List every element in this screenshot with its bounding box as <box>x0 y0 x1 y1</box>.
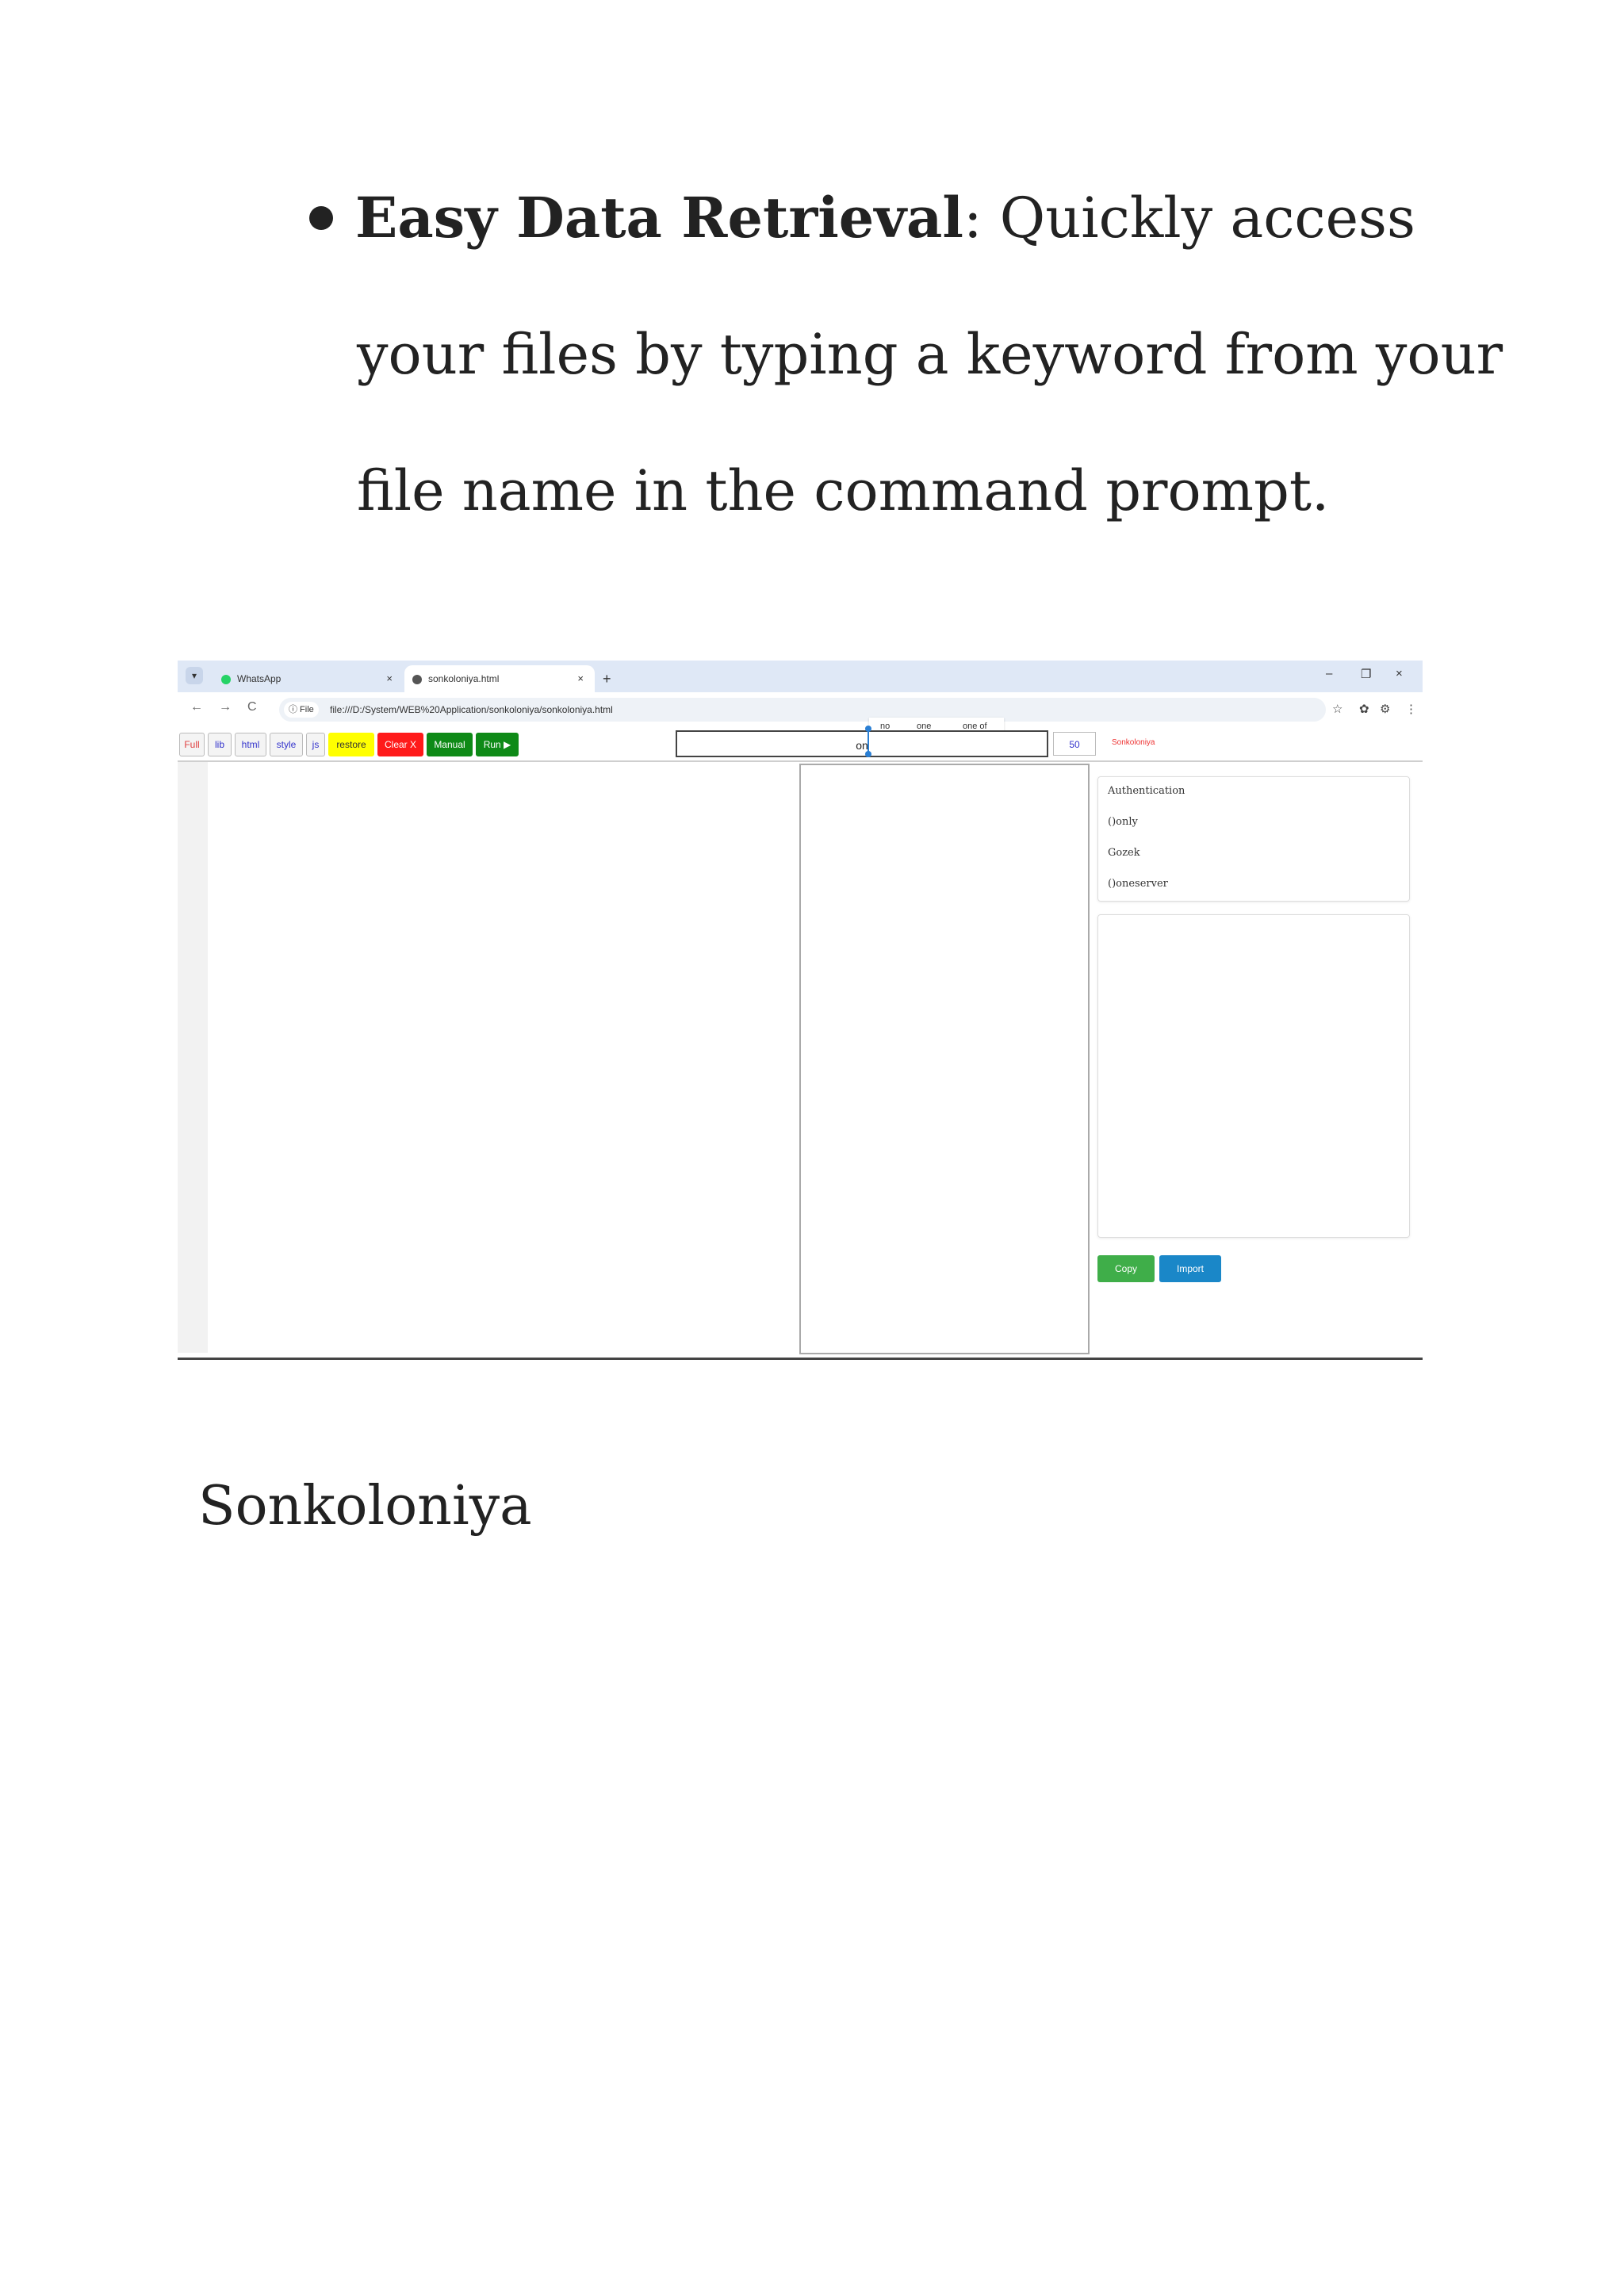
js-button[interactable]: js <box>306 733 325 756</box>
tab-close-icon[interactable]: × <box>386 665 393 692</box>
copy-button[interactable]: Copy <box>1097 1255 1155 1282</box>
editor-line-gutter <box>178 762 209 1353</box>
clear-button[interactable]: Clear X <box>377 733 423 756</box>
selection-handle-top <box>865 726 871 732</box>
site-info-chip[interactable]: ⓘ File <box>284 702 319 718</box>
screenshot-bottom-border <box>178 1358 1423 1360</box>
browser-address-bar: ← → C ⓘ File file:///D:/System/WEB%20App… <box>178 692 1423 727</box>
settings-icon[interactable]: ⚙ <box>1380 702 1390 716</box>
restore-window-button[interactable]: ❐ <box>1361 667 1371 681</box>
globe-icon <box>412 674 422 684</box>
bullet-dot-icon <box>309 206 333 230</box>
text-cursor <box>868 729 869 753</box>
bullet-line-2: your files by typing a keyword from your <box>357 322 1503 387</box>
manual-button[interactable]: Manual <box>427 733 473 756</box>
html-button[interactable]: html <box>235 733 266 756</box>
image-caption: Sonkoloniya <box>198 1475 532 1538</box>
preview-pane[interactable] <box>799 764 1090 1354</box>
bullet-line-3: file name in the command prompt. <box>357 458 1330 523</box>
minimize-button[interactable]: – <box>1326 667 1332 680</box>
whatsapp-icon <box>221 674 231 684</box>
output-textarea[interactable] <box>1097 914 1410 1238</box>
bullet-heading: Easy Data Retrieval <box>355 185 963 251</box>
file-result-item[interactable]: Gozek <box>1108 847 1140 859</box>
url-text: file:///D:/System/WEB%20Application/sonk… <box>330 704 613 715</box>
full-button[interactable]: Full <box>179 733 205 756</box>
run-button[interactable]: Run ▶ <box>476 733 519 756</box>
browser-tab-bar: ▾ WhatsApp × sonkoloniya.html × + – ❐ × <box>178 661 1423 692</box>
url-omnibox[interactable]: ⓘ File file:///D:/System/WEB%20Applicati… <box>279 698 1326 722</box>
result-limit-input[interactable]: 50 <box>1053 732 1096 756</box>
tab-whatsapp[interactable]: WhatsApp × <box>213 665 404 692</box>
tab-search-dropdown[interactable]: ▾ <box>186 667 203 684</box>
style-button[interactable]: style <box>270 733 303 756</box>
bullet-line-1: Easy Data Retrieval: Quickly access <box>309 190 1415 246</box>
tab-label: sonkoloniya.html <box>428 673 500 684</box>
file-result-item[interactable]: Authentication <box>1108 785 1185 797</box>
back-arrow-icon[interactable]: ← <box>190 700 203 714</box>
bullet-text-1: : Quickly access <box>963 186 1415 251</box>
import-button[interactable]: Import <box>1159 1255 1221 1282</box>
lib-button[interactable]: lib <box>208 733 232 756</box>
new-tab-button[interactable]: + <box>603 665 611 692</box>
menu-kebab-icon[interactable]: ⋮ <box>1405 702 1417 716</box>
close-window-button[interactable]: × <box>1396 667 1403 680</box>
restore-button[interactable]: restore <box>328 733 374 756</box>
file-search-results: Authentication ()only Gozek ()oneserver <box>1097 776 1410 902</box>
selection-handle-bottom <box>865 751 871 757</box>
forward-arrow-icon[interactable]: → <box>219 700 232 714</box>
brand-label: Sonkoloniya <box>1112 738 1155 747</box>
code-editor[interactable] <box>208 762 799 1353</box>
file-result-item[interactable]: ()only <box>1108 816 1138 828</box>
tab-sonkoloniya[interactable]: sonkoloniya.html × <box>404 665 595 692</box>
command-prompt-input[interactable]: on <box>676 730 1048 757</box>
file-result-item[interactable]: ()oneserver <box>1108 878 1168 890</box>
app-toolbar: Full lib html style js restore Clear X M… <box>178 718 1423 762</box>
reload-icon[interactable]: C <box>247 700 257 714</box>
tab-label: WhatsApp <box>237 673 282 684</box>
bookmark-star-icon[interactable]: ☆ <box>1332 702 1342 716</box>
tab-close-icon[interactable]: × <box>577 665 584 692</box>
extension-icon[interactable]: ✿ <box>1359 702 1369 716</box>
embedded-screenshot: ▾ WhatsApp × sonkoloniya.html × + – ❐ × … <box>178 661 1423 1358</box>
